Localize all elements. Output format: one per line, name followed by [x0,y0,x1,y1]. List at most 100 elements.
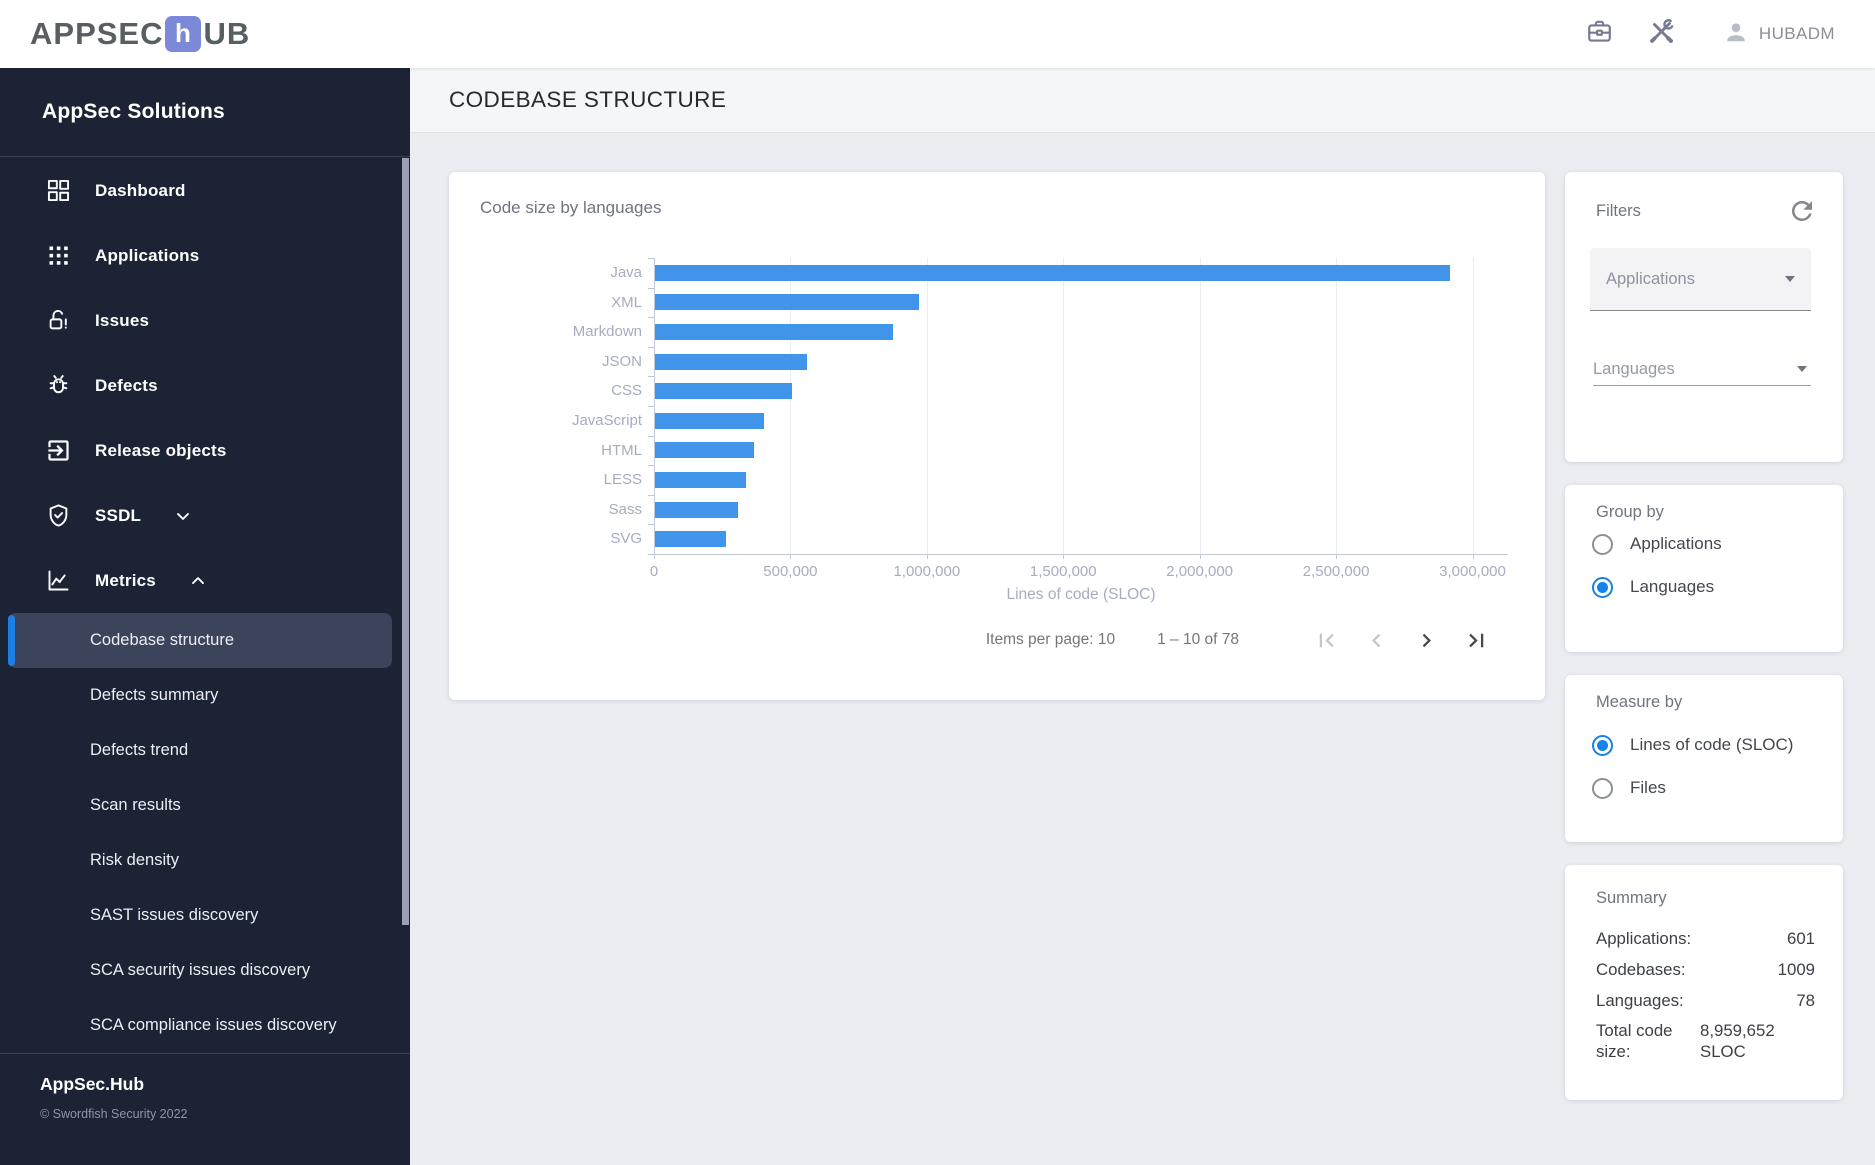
sidebar-item-release-objects[interactable]: Release objects [0,418,410,483]
sidebar-item-applications[interactable]: Applications [0,223,410,288]
user-menu[interactable]: HUBADM [1723,19,1835,50]
sidebar-scrollbar[interactable] [402,158,409,925]
main-content: Code size by languages 0 500,000 1,000,000… [410,132,1875,1165]
bar-less[interactable] [655,472,747,488]
category-label-java: Java [610,264,642,281]
applications-filter-select[interactable]: Applications [1590,248,1811,311]
page-title: CODEBASE STRUCTURE [449,87,727,112]
dashboard-icon [45,177,72,204]
paginator-buttons [1297,619,1497,661]
last-page-button[interactable] [1455,619,1497,661]
gridline [1336,258,1338,554]
category-label-json: JSON [601,352,642,370]
x-tick-label: 1,500,000 [1029,563,1097,580]
group-by-card: Group by Applications Languages [1565,485,1843,652]
gridline [926,258,928,554]
refresh-icon [1787,200,1817,230]
category-label-javascript: JavaScript [571,412,642,429]
radio-option-files[interactable]: Files [1592,771,1666,805]
sidebar-subitem-codebase-structure[interactable]: Codebase structure [8,613,392,668]
radio-option-applications[interactable]: Applications [1592,527,1722,561]
summary-row-label: Codebases: [1596,959,1686,979]
sidebar-subitem-sca-compliance-issues-discovery[interactable]: SCA compliance issues discovery [8,998,392,1053]
sidebar-item-metrics[interactable]: Metrics [0,548,410,613]
x-tick-label: 1,000,000 [893,563,961,580]
sidebar-subitem-risk-density[interactable]: Risk density [8,833,392,888]
summary-row-codebases: Codebases: 1009 [1596,954,1815,985]
radio-unchecked-icon [1592,777,1613,799]
bar-markdown[interactable] [655,324,894,340]
sidebar-item-issues[interactable]: Issues [0,288,410,353]
sidebar-item-dashboard[interactable]: Dashboard [0,158,410,223]
chevron-right-button[interactable] [1405,619,1447,661]
summary-total-row: Total code size: 8,959,652 SLOC [1596,1020,1815,1062]
first-page-button[interactable] [1305,619,1347,661]
bar-css[interactable] [655,383,792,400]
summary-rows: Applications: 601 Codebases: 1009 Languages:… [1596,923,1815,1062]
summary-row-value: 1009 [1777,959,1815,979]
sidebar-item-ssdl[interactable]: SSDL [0,483,410,548]
briefcase-button[interactable] [1583,17,1617,51]
y-axis-tick [648,494,654,496]
footer-copyright: © Swordfish Security 2022 [40,1107,188,1121]
category-label-html: HTML [601,441,642,459]
apps-grid-icon [45,242,72,269]
sidebar-subitem-scan-results[interactable]: Scan results [8,778,392,833]
logo-h-icon: h [165,16,202,52]
radio-unchecked-icon [1592,533,1613,555]
briefcase-icon [1585,17,1614,51]
sidebar-subitem-label: SAST issues discovery [90,906,259,924]
bar-javascript[interactable] [655,412,765,429]
tools-button[interactable] [1645,17,1679,51]
paginator: Items per page: 10 1 – 10 of 78 [986,618,1497,662]
footer-brand: AppSec.Hub [40,1074,145,1094]
sidebar-title: AppSec Solutions [0,68,410,157]
bar-svg[interactable] [655,531,726,548]
tools-icon [1647,17,1676,51]
sidebar-item-label: SSDL [95,505,142,525]
sidebar-item-label: Applications [95,245,200,265]
measure-by-card: Measure by Lines of code (SLOC) Files [1565,675,1843,842]
bar-html[interactable] [655,442,755,459]
bar-sass[interactable] [655,501,739,518]
page-header: CODEBASE STRUCTURE [410,68,1875,132]
reset-filters-button[interactable] [1787,196,1817,226]
radio-option-languages[interactable]: Languages [1592,570,1714,604]
summary-total-value: 8,959,652 SLOC [1700,1021,1775,1061]
category-label-less: LESS [603,471,642,489]
languages-filter-select[interactable]: Languages [1593,353,1811,386]
bug-icon [45,372,72,399]
first-page-icon [1313,627,1340,654]
sidebar-subitem-sast-issues-discovery[interactable]: SAST issues discovery [8,888,392,943]
user-icon [1723,19,1749,50]
sidebar-subitem-defects-summary[interactable]: Defects summary [8,668,392,723]
gridline [1063,258,1065,554]
summary-row-languages: Languages: 78 [1596,985,1815,1016]
summary-title: Summary [1596,889,1667,907]
summary-row-label: Languages: [1596,990,1684,1010]
y-axis-tick [648,435,654,437]
sidebar-item-defects[interactable]: Defects [0,353,410,418]
radio-label: Languages [1630,577,1715,596]
y-axis-tick [648,524,654,526]
topbar-actions: HUBADM [1583,0,1835,68]
chevron-left-button[interactable] [1355,619,1397,661]
category-label-css: CSS [611,382,642,400]
measure-by-title: Measure by [1596,693,1683,711]
chart-card: Code size by languages 0 500,000 1,000,000… [449,172,1545,700]
radio-option-lines-of-code-sloc[interactable]: Lines of code (SLOC) [1592,728,1793,762]
summary-card: Summary Applications: 601 Codebases: 1009 La… [1565,865,1843,1100]
y-axis-tick [648,376,654,378]
x-tick-label: 3,000,000 [1439,563,1506,580]
gridline [1472,258,1474,554]
caret-down-icon [1797,366,1807,372]
sidebar-subitem-label: Risk density [90,851,179,869]
sidebar-subitem-defects-trend[interactable]: Defects trend [8,723,392,778]
page-range-label: 1 – 10 of 78 [1157,631,1239,648]
sidebar: AppSec Solutions Dashboard Applications Is… [0,68,410,1165]
bar-json[interactable] [655,353,808,370]
sidebar-subitem-label: Defects trend [90,741,189,759]
bar-java[interactable] [655,264,1450,281]
sidebar-subitem-sca-security-issues-discovery[interactable]: SCA security issues discovery [8,943,392,998]
bar-xml[interactable] [655,294,920,311]
